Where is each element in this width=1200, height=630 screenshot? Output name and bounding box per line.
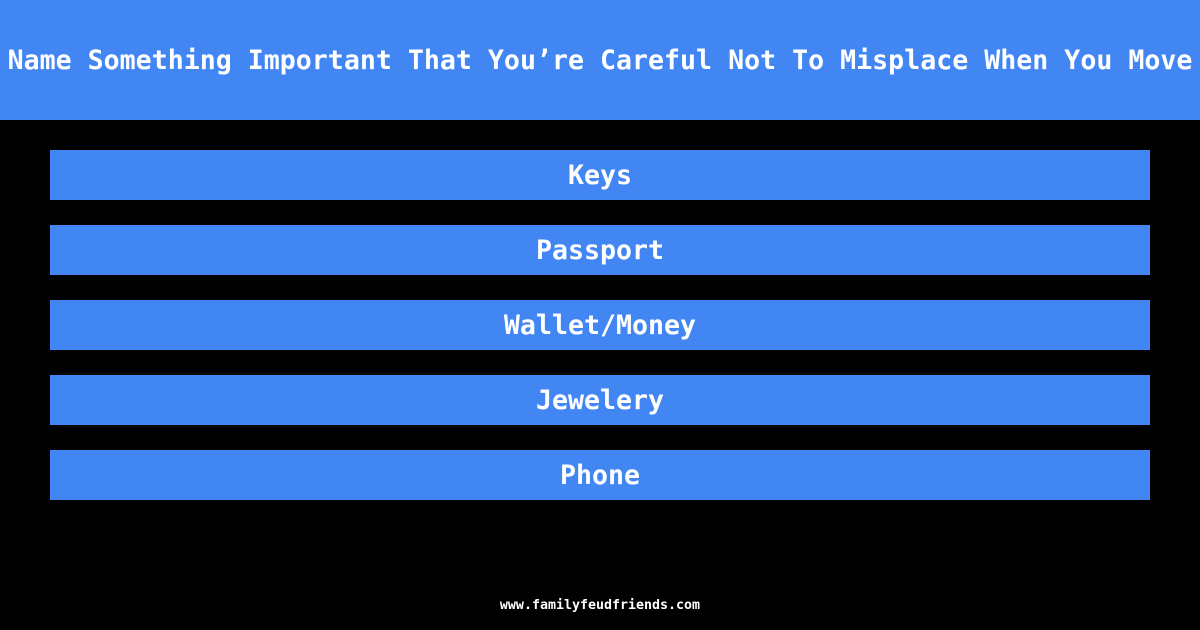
answer-bar-1: Keys <box>50 150 1150 200</box>
question-title: Name Something Important That You’re Car… <box>7 44 1193 76</box>
answer-label: Phone <box>559 459 641 491</box>
answer-label: Jewelery <box>535 384 665 416</box>
answer-label: Keys <box>567 159 633 191</box>
answer-label: Wallet/Money <box>503 309 697 341</box>
answer-label: Passport <box>535 234 665 266</box>
answer-bar-2: Passport <box>50 225 1150 275</box>
answer-bar-5: Phone <box>50 450 1150 500</box>
answer-bar-3: Wallet/Money <box>50 300 1150 350</box>
answer-bar-4: Jewelery <box>50 375 1150 425</box>
site-url: www.familyfeudfriends.com <box>499 598 701 613</box>
question-header: Name Something Important That You’re Car… <box>0 0 1200 120</box>
